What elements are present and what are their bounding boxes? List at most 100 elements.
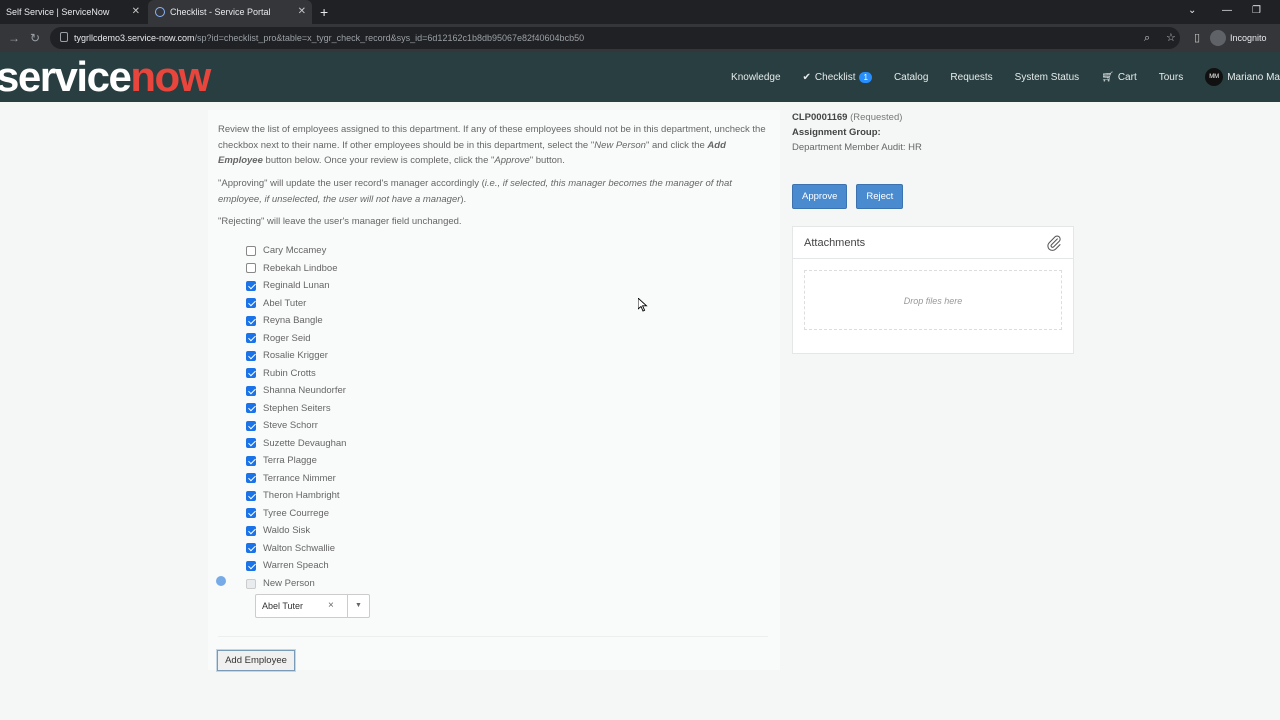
nav-catalog[interactable]: Catalog [894,72,928,83]
employee-checkbox[interactable] [246,333,256,344]
employee-name: Theron Hambright [263,490,340,502]
nav-requests[interactable]: Requests [950,72,992,83]
employee-checkbox[interactable] [246,525,256,536]
employee-name: Waldo Sisk [263,525,311,537]
employee-row: Walton Schwallie [246,540,346,558]
employee-row: Tyree Courrege [246,505,346,523]
employee-checkbox[interactable] [246,245,256,256]
mouse-cursor-icon [638,298,648,312]
clear-icon[interactable]: × [328,595,334,617]
employee-checkbox[interactable] [246,455,256,466]
assignment-group-value: Department Member Audit: HR [792,142,922,153]
employee-name: Rosalie Krigger [263,350,328,362]
employee-row: Steve Schorr [246,417,346,435]
new-person-label: New Person [263,578,315,590]
employee-row: Stephen Seiters [246,400,346,418]
approve-button[interactable]: Approve [792,184,848,209]
employee-row: Waldo Sisk [246,522,346,540]
chevron-down-icon[interactable]: ▼ [347,595,369,617]
nav-checklist[interactable]: ✔ Checklist 1 [802,71,872,83]
new-tab-button[interactable]: + [320,0,328,24]
employee-name: Rebekah Lindboe [263,262,338,274]
employee-checkbox[interactable] [246,543,256,554]
employee-name: Roger Seid [263,332,311,344]
star-icon[interactable]: ☆ [1166,27,1176,49]
employee-checkbox[interactable] [246,438,256,449]
instructions-paragraph-3: "Rejecting" will leave the user's manage… [218,216,462,227]
reload-icon[interactable]: ↻ [30,24,40,52]
employee-row: Rubin Crotts [246,365,346,383]
checklist-count-badge: 1 [859,71,872,83]
employee-checkbox[interactable] [246,298,256,309]
servicenow-logo[interactable]: servicenow [0,54,211,100]
incognito-icon [1210,30,1226,46]
url-input[interactable]: tygrllcdemo3.service-now.com/sp?id=check… [50,27,1180,49]
employee-checkbox[interactable] [246,560,256,571]
employee-checkbox[interactable] [246,490,256,501]
employee-row: Suzette Devaughan [246,435,346,453]
employee-name: Walton Schwallie [263,542,335,554]
employee-row: Roger Seid [246,330,346,348]
employee-checkbox[interactable] [246,508,256,519]
nav-system-status[interactable]: System Status [1015,72,1079,83]
attachments-header: Attachments [793,227,1073,259]
user-menu[interactable]: MM Mariano Ma [1205,68,1280,86]
nav-tours[interactable]: Tours [1159,72,1183,83]
record-state: (Requested) [850,112,903,123]
employee-checkbox[interactable] [246,280,256,291]
employee-checkbox[interactable] [246,263,256,274]
paperclip-icon[interactable] [1045,234,1063,252]
employee-checkbox[interactable] [246,420,256,431]
employee-checkbox[interactable] [246,385,256,396]
close-icon[interactable]: ✕ [298,0,306,24]
tab-title: Self Service | ServiceNow [6,7,110,17]
selected-value: Abel Tuter [262,601,304,611]
employee-row: Rebekah Lindboe [246,260,346,278]
employee-checkbox[interactable] [246,368,256,379]
incognito-badge[interactable]: Incognito [1210,29,1267,47]
employee-checkbox[interactable] [246,403,256,414]
tab-search-icon[interactable]: ⌄ [1188,0,1196,22]
record-sidebar: CLP0001169 (Requested) Assignment Group:… [792,110,1074,354]
employee-checklist: Cary Mccamey Rebekah Lindboe Reginald Luna… [246,242,346,575]
employee-name: Steve Schorr [263,420,318,432]
employee-row: Shanna Neundorfer [246,382,346,400]
zoom-icon[interactable]: ⌕ [1144,27,1150,49]
divider [218,636,768,637]
new-person-checkbox[interactable] [246,578,256,589]
assignment-group-label: Assignment Group: [792,127,881,138]
employee-checkbox[interactable] [246,315,256,326]
employee-row: Rosalie Krigger [246,347,346,365]
sidebar-icon[interactable]: ▯ [1194,27,1200,49]
tab-self-service[interactable]: Self Service | ServiceNow ✕ [0,0,146,24]
employee-name: Terra Plagge [263,455,317,467]
employee-checkbox[interactable] [246,350,256,361]
minimize-icon[interactable]: — [1222,0,1232,22]
employee-name: Abel Tuter [263,297,307,309]
new-person-select[interactable]: Abel Tuter × ▼ [255,594,370,618]
employee-row: Reginald Lunan [246,277,346,295]
portal-header: servicenow Knowledge ✔ Checklist 1 Catal… [0,52,1280,102]
forward-icon[interactable]: → [8,24,20,52]
employee-name: Reginald Lunan [263,280,330,292]
check-icon: ✔ [802,71,811,83]
tab-checklist[interactable]: Checklist - Service Portal ✕ [148,0,312,24]
new-person-row: New Person [246,575,315,593]
close-icon[interactable]: ✕ [132,0,140,24]
nav-cart[interactable]: 🛒︎ Cart [1101,72,1137,83]
add-employee-button[interactable]: Add Employee [217,650,295,671]
nav-knowledge[interactable]: Knowledge [731,72,780,83]
reject-button[interactable]: Reject [856,184,904,209]
portal-nav: Knowledge ✔ Checklist 1 Catalog Requests… [720,52,1280,102]
browser-tab-bar: Self Service | ServiceNow ✕ Checklist - … [0,0,1280,24]
employee-row: Terrance Nimmer [246,470,346,488]
avatar: MM [1205,68,1224,86]
address-bar: → ↻ tygrllcdemo3.service-now.com/sp?id=c… [0,24,1280,52]
lock-icon [60,32,68,42]
restore-icon[interactable]: ❐ [1252,0,1261,22]
file-dropzone[interactable]: Drop files here [804,270,1062,330]
employee-checkbox[interactable] [246,473,256,484]
employee-name: Suzette Devaughan [263,437,347,449]
globe-icon [155,7,165,17]
attachments-panel: Attachments Drop files here [792,226,1074,354]
